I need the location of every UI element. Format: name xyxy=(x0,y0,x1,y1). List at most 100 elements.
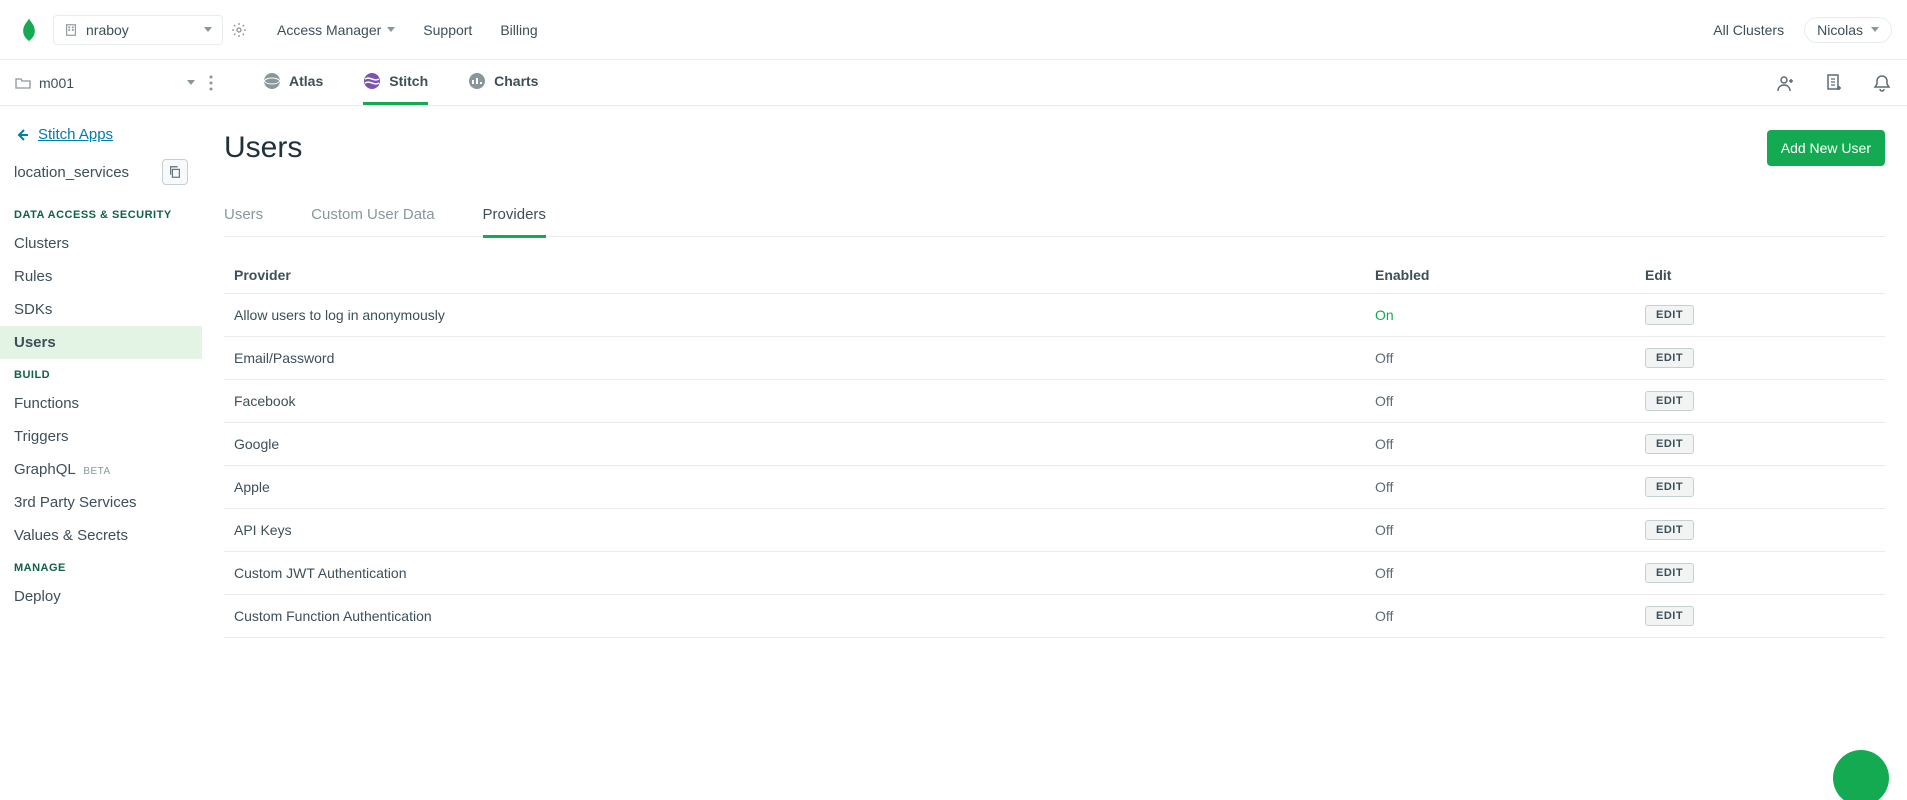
nav-access-manager[interactable]: Access Manager xyxy=(277,22,395,38)
edit-button[interactable]: EDIT xyxy=(1645,563,1694,583)
table-row: FacebookOffEDIT xyxy=(224,380,1885,423)
sidebar-item-users[interactable]: Users xyxy=(0,326,202,359)
edit-button[interactable]: EDIT xyxy=(1645,606,1694,626)
cell-provider: Apple xyxy=(234,479,1375,495)
main-content: Users Add New User Users Custom User Dat… xyxy=(202,106,1907,662)
app-name: location_services xyxy=(14,164,129,181)
header-enabled: Enabled xyxy=(1375,267,1645,283)
table-row: Email/PasswordOffEDIT xyxy=(224,337,1885,380)
top-nav: Access Manager Support Billing xyxy=(277,22,538,38)
sidebar-item-rules[interactable]: Rules xyxy=(0,260,202,293)
bell-icon[interactable] xyxy=(1872,73,1892,93)
table-row: API KeysOffEDIT xyxy=(224,509,1885,552)
table-header: Provider Enabled Edit xyxy=(224,257,1885,294)
cell-provider: Facebook xyxy=(234,393,1375,409)
sidebar-item-sdks[interactable]: SDKs xyxy=(0,293,202,326)
add-user-icon[interactable] xyxy=(1776,73,1796,93)
edit-button[interactable]: EDIT xyxy=(1645,477,1694,497)
cell-edit: EDIT xyxy=(1645,391,1875,411)
cell-edit: EDIT xyxy=(1645,477,1875,497)
section-manage: MANAGE xyxy=(0,552,202,580)
project-selector[interactable]: m001 xyxy=(15,75,205,91)
edit-button[interactable]: EDIT xyxy=(1645,305,1694,325)
sidebar-item-3rd-party[interactable]: 3rd Party Services xyxy=(0,486,202,519)
tab-stitch-label: Stitch xyxy=(389,73,428,89)
atlas-icon xyxy=(263,72,281,90)
cell-edit: EDIT xyxy=(1645,434,1875,454)
project-bar: m001 Atlas Stitch Charts xyxy=(0,60,1907,106)
chevron-down-icon xyxy=(204,27,212,32)
arrow-left-icon xyxy=(14,127,30,143)
nav-billing-label: Billing xyxy=(500,22,537,38)
sidebar-item-graphql-label: GraphQL xyxy=(14,461,75,478)
copy-button[interactable] xyxy=(162,159,188,185)
user-menu[interactable]: Nicolas xyxy=(1804,17,1892,43)
sidebar-item-deploy[interactable]: Deploy xyxy=(0,580,202,613)
table-row: Custom JWT AuthenticationOffEDIT xyxy=(224,552,1885,595)
cell-edit: EDIT xyxy=(1645,563,1875,583)
edit-button[interactable]: EDIT xyxy=(1645,391,1694,411)
nav-billing[interactable]: Billing xyxy=(500,22,537,38)
tab-stitch[interactable]: Stitch xyxy=(363,60,428,105)
nav-support-label: Support xyxy=(423,22,472,38)
tab-charts[interactable]: Charts xyxy=(468,60,538,105)
sub-tab-providers[interactable]: Providers xyxy=(483,196,546,238)
cell-provider: Allow users to log in anonymously xyxy=(234,307,1375,323)
stitch-icon xyxy=(363,72,381,90)
project-name: m001 xyxy=(39,75,74,91)
beta-badge: BETA xyxy=(83,466,110,477)
copy-icon xyxy=(168,165,182,179)
cell-enabled: Off xyxy=(1375,565,1645,581)
main-tabs: Atlas Stitch Charts xyxy=(263,60,538,105)
sub-tab-custom-user-data[interactable]: Custom User Data xyxy=(311,196,434,238)
mongodb-logo-icon xyxy=(15,16,43,44)
cell-enabled: Off xyxy=(1375,479,1645,495)
cell-provider: Custom JWT Authentication xyxy=(234,565,1375,581)
sidebar: Stitch Apps location_services DATA ACCES… xyxy=(0,106,202,662)
table-row: AppleOffEDIT xyxy=(224,466,1885,509)
cell-edit: EDIT xyxy=(1645,348,1875,368)
cell-provider: Email/Password xyxy=(234,350,1375,366)
tab-atlas[interactable]: Atlas xyxy=(263,60,323,105)
cell-enabled: Off xyxy=(1375,393,1645,409)
cell-enabled: On xyxy=(1375,307,1645,323)
edit-button[interactable]: EDIT xyxy=(1645,348,1694,368)
edit-button[interactable]: EDIT xyxy=(1645,434,1694,454)
sidebar-item-graphql[interactable]: GraphQL BETA xyxy=(0,453,202,486)
kebab-icon[interactable] xyxy=(209,75,213,91)
top-bar: nraboy Access Manager Support Billing Al… xyxy=(0,0,1907,60)
sidebar-item-values-secrets[interactable]: Values & Secrets xyxy=(0,519,202,552)
cell-enabled: Off xyxy=(1375,522,1645,538)
cell-enabled: Off xyxy=(1375,608,1645,624)
all-clusters-link[interactable]: All Clusters xyxy=(1713,22,1784,38)
sidebar-item-clusters[interactable]: Clusters xyxy=(0,227,202,260)
providers-table: Provider Enabled Edit Allow users to log… xyxy=(224,257,1885,638)
back-link-text[interactable]: Stitch Apps xyxy=(38,126,113,143)
chevron-down-icon xyxy=(1871,27,1879,32)
cell-provider: API Keys xyxy=(234,522,1375,538)
folder-icon xyxy=(15,75,31,91)
gear-icon[interactable] xyxy=(231,22,247,38)
cell-enabled: Off xyxy=(1375,350,1645,366)
nav-support[interactable]: Support xyxy=(423,22,472,38)
tab-atlas-label: Atlas xyxy=(289,73,323,89)
chevron-down-icon xyxy=(387,27,395,32)
table-row: GoogleOffEDIT xyxy=(224,423,1885,466)
sub-tab-users[interactable]: Users xyxy=(224,196,263,238)
cell-edit: EDIT xyxy=(1645,305,1875,325)
chevron-down-icon xyxy=(187,80,195,85)
chat-fab[interactable] xyxy=(1833,750,1889,800)
sidebar-item-triggers[interactable]: Triggers xyxy=(0,420,202,453)
cell-edit: EDIT xyxy=(1645,520,1875,540)
edit-button[interactable]: EDIT xyxy=(1645,520,1694,540)
cell-enabled: Off xyxy=(1375,436,1645,452)
sidebar-item-functions[interactable]: Functions xyxy=(0,387,202,420)
back-link[interactable]: Stitch Apps xyxy=(0,126,202,159)
add-document-icon[interactable] xyxy=(1824,73,1844,93)
org-selector[interactable]: nraboy xyxy=(53,15,223,45)
user-name: Nicolas xyxy=(1817,22,1863,38)
add-new-user-button[interactable]: Add New User xyxy=(1767,130,1885,166)
header-edit: Edit xyxy=(1645,267,1875,283)
sub-tabs: Users Custom User Data Providers xyxy=(224,196,1885,237)
table-row: Custom Function AuthenticationOffEDIT xyxy=(224,595,1885,638)
